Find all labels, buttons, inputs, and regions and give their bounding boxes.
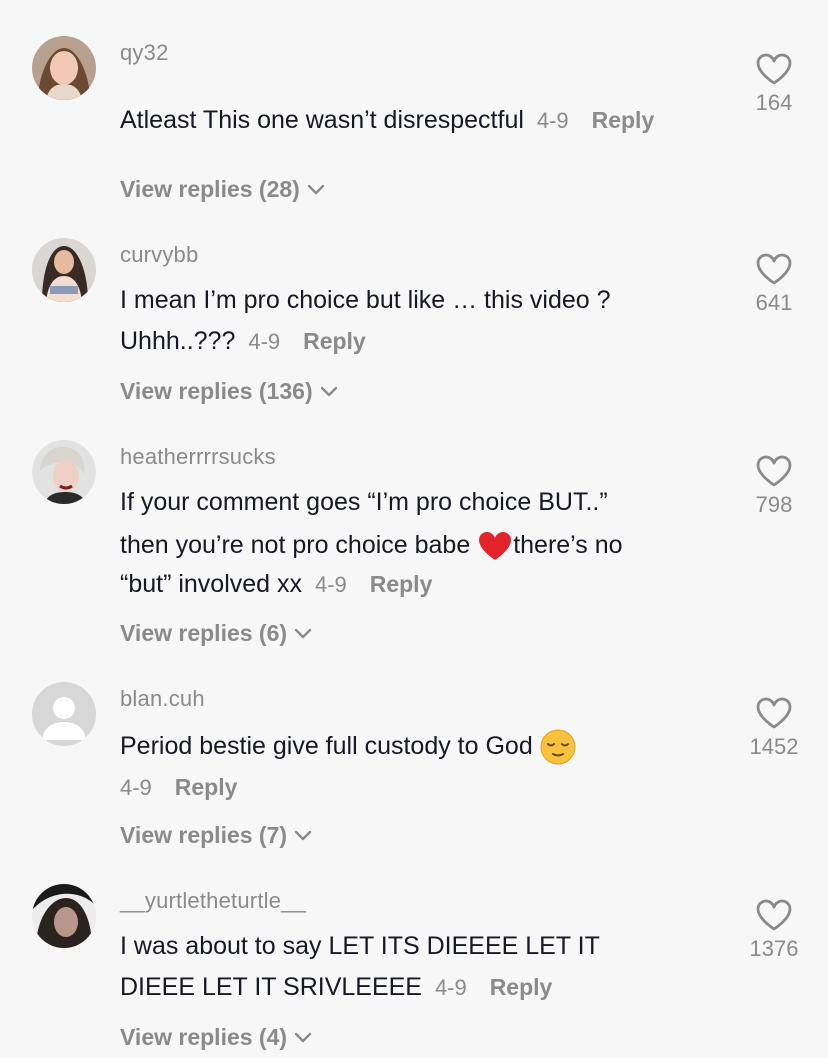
view-replies-label: View replies (28) bbox=[120, 176, 300, 202]
avatar[interactable] bbox=[32, 682, 96, 746]
comment-body-line: I mean I’m pro choice but like … this vi… bbox=[120, 286, 611, 314]
like-count: 798 bbox=[755, 492, 793, 517]
comment-username[interactable]: qy32 bbox=[120, 40, 169, 66]
comment-body-line: Uhhh..??? 4-9 Reply bbox=[120, 321, 720, 362]
view-replies-label: View replies (4) bbox=[120, 1024, 288, 1050]
comment-date: 4-9 bbox=[248, 329, 281, 354]
chevron-down-icon bbox=[294, 1032, 312, 1042]
comment-body: “but” involved xx bbox=[120, 570, 303, 598]
comment-date: 4-9 bbox=[120, 775, 152, 800]
like-button[interactable]: 798 bbox=[746, 454, 802, 518]
comment-body: Uhhh..??? bbox=[120, 327, 236, 355]
comment-body-line: If your comment goes “I’m pro choice BUT… bbox=[120, 488, 608, 516]
like-count: 164 bbox=[755, 90, 793, 115]
comment-date: 4-9 bbox=[314, 572, 347, 597]
view-replies-label: View replies (7) bbox=[120, 822, 288, 848]
reply-button[interactable]: Reply bbox=[303, 328, 366, 354]
comment-body-line: Period bestie give full custody to God bbox=[120, 726, 720, 767]
reply-button[interactable]: Reply bbox=[370, 571, 433, 597]
chevron-down-icon bbox=[307, 184, 325, 194]
comment-body: DIEEE LET IT SRIVLEEEE bbox=[120, 973, 422, 1001]
view-replies-button[interactable]: View replies (6) bbox=[120, 620, 313, 647]
heart-outline-icon bbox=[756, 697, 792, 729]
reply-button[interactable]: Reply bbox=[490, 974, 553, 1000]
avatar[interactable] bbox=[32, 36, 96, 100]
avatar[interactable] bbox=[32, 440, 96, 504]
comment-date: 4-9 bbox=[536, 108, 569, 133]
relieved-face-icon bbox=[540, 729, 576, 765]
heart-outline-icon bbox=[756, 899, 792, 931]
chevron-down-icon bbox=[320, 386, 337, 396]
heart-outline-icon bbox=[756, 455, 792, 487]
comment-item: heatherrrrsucks If your comment goes “I’… bbox=[0, 440, 828, 660]
comment-text: I was about to say LET ITS DIEEEE LET IT… bbox=[120, 926, 720, 1008]
comment-item: __yurtletheturtle__ I was about to say L… bbox=[0, 884, 828, 1058]
comment-username[interactable]: heatherrrrsucks bbox=[120, 444, 276, 470]
red-heart-icon bbox=[479, 532, 512, 561]
like-button[interactable]: 164 bbox=[746, 52, 802, 116]
comment-body-line: I was about to say LET ITS DIEEEE LET IT bbox=[120, 932, 600, 960]
comment-username[interactable]: __yurtletheturtle__ bbox=[120, 888, 306, 914]
avatar[interactable] bbox=[32, 884, 96, 948]
like-count: 1452 bbox=[749, 734, 799, 759]
chevron-down-icon bbox=[294, 830, 312, 840]
comment-body-line: “but” involved xx 4-9 Reply bbox=[120, 564, 720, 605]
chevron-down-icon bbox=[294, 628, 312, 638]
like-button[interactable]: 1452 bbox=[746, 696, 802, 760]
comment-text: Period bestie give full custody to God 4… bbox=[120, 726, 720, 808]
view-replies-button[interactable]: View replies (4) bbox=[120, 1024, 313, 1051]
comment-body: Period bestie give full custody to God bbox=[120, 732, 540, 760]
reply-button[interactable]: Reply bbox=[175, 774, 238, 800]
comment-item: blan.cuh Period bestie give full custody… bbox=[0, 682, 828, 872]
view-replies-label: View replies (136) bbox=[120, 378, 313, 404]
comment-body-line: 4-9 Reply bbox=[120, 767, 720, 808]
comment-text: If your comment goes “I’m pro choice BUT… bbox=[120, 482, 720, 605]
avatar[interactable] bbox=[32, 238, 96, 302]
comment-body-line: then you’re not pro choice babe there’s … bbox=[120, 525, 720, 566]
reply-button[interactable]: Reply bbox=[592, 107, 655, 133]
comment-item: curvybb I mean I’m pro choice but like …… bbox=[0, 238, 828, 428]
comment-text: Atleast This one wasn’t disrespectful 4-… bbox=[120, 100, 720, 141]
view-replies-button[interactable]: View replies (28) bbox=[120, 176, 326, 203]
view-replies-label: View replies (6) bbox=[120, 620, 288, 646]
view-replies-button[interactable]: View replies (136) bbox=[120, 378, 339, 405]
like-button[interactable]: 1376 bbox=[746, 898, 802, 962]
heart-outline-icon bbox=[756, 253, 792, 285]
comment-text: I mean I’m pro choice but like … this vi… bbox=[120, 280, 720, 362]
like-count: 641 bbox=[755, 290, 793, 315]
comment-item: qy32 Atleast This one wasn’t disrespectf… bbox=[0, 36, 828, 216]
view-replies-button[interactable]: View replies (7) bbox=[120, 822, 313, 849]
comment-body: there’s no bbox=[513, 531, 623, 559]
heart-outline-icon bbox=[756, 53, 792, 85]
comment-body: then you’re not pro choice babe bbox=[120, 531, 478, 559]
comment-body: Atleast This one wasn’t disrespectful bbox=[120, 106, 524, 134]
comment-username[interactable]: blan.cuh bbox=[120, 686, 205, 712]
comment-username[interactable]: curvybb bbox=[120, 242, 198, 268]
comment-date: 4-9 bbox=[434, 975, 467, 1000]
like-count: 1376 bbox=[749, 936, 799, 961]
like-button[interactable]: 641 bbox=[746, 252, 802, 316]
comment-body-line: DIEEE LET IT SRIVLEEEE 4-9 Reply bbox=[120, 967, 720, 1008]
